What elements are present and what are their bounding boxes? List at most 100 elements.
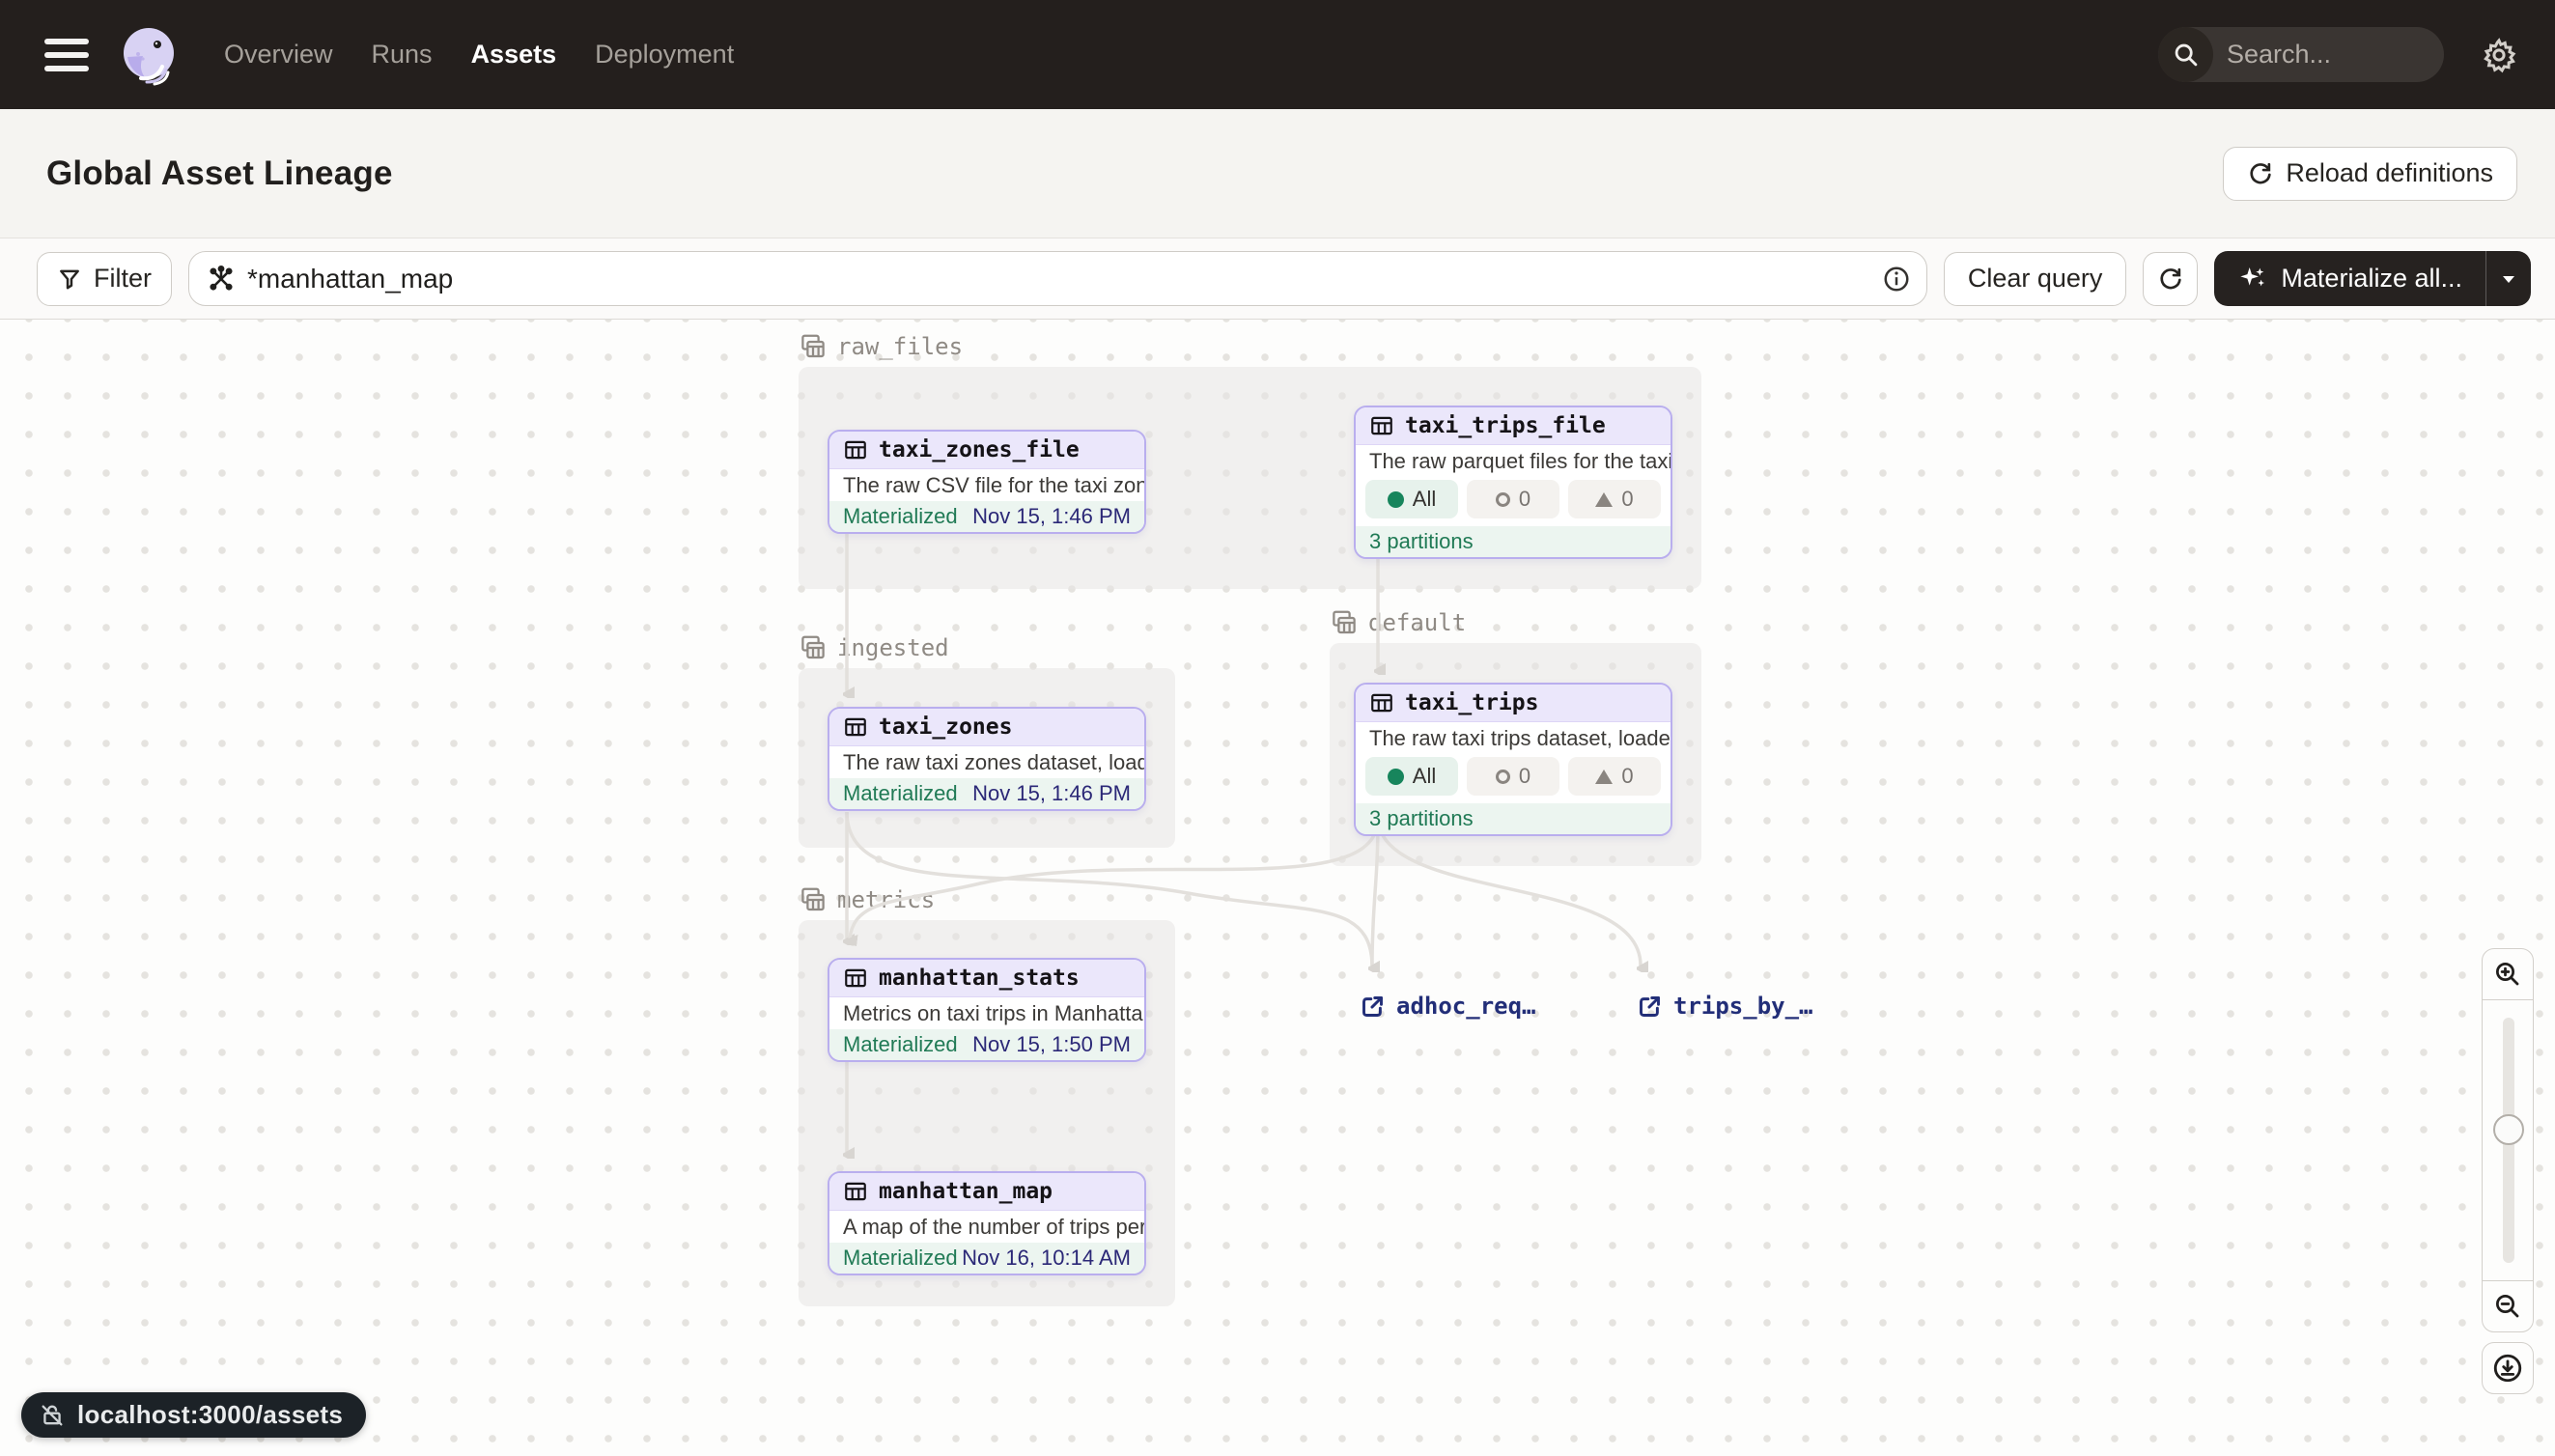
browser-status-pill: localhost:3000/assets [21,1392,366,1438]
page-header: Global Asset Lineage Reload definitions [0,109,2555,238]
materialized-status: Materialized [843,1246,958,1271]
materialized-timestamp: Nov 15, 1:46 PM [972,504,1131,529]
asset-node-manhattan-map[interactable]: manhattan_map A map of the number of tri… [828,1171,1146,1275]
zoom-widget [2482,948,2534,1394]
external-node-trips-by[interactable]: trips_by_… [1637,993,1813,1020]
zoom-slider-handle[interactable] [2493,1114,2524,1145]
ring-icon [1496,492,1510,507]
filter-button[interactable]: Filter [37,252,172,306]
asset-description: The raw CSV file for the taxi zones dat.… [829,469,1144,501]
lineage-toolbar: Filter Clear query [0,238,2555,320]
partitions-count: 3 partitions [1369,806,1474,831]
triangle-icon [1595,492,1613,507]
asset-description: The raw taxi zones dataset, loaded int..… [829,746,1144,778]
dagster-app: Overview Runs Assets Deployment / Global… [0,0,2555,1456]
asset-node-manhattan-stats[interactable]: manhattan_stats Metrics on taxi trips in… [828,958,1146,1062]
search-icon [2158,27,2213,82]
settings-gear-icon[interactable] [2481,37,2517,73]
partitions-failed-pill[interactable]: 0 [1568,480,1661,518]
nav-link-deployment[interactable]: Deployment [595,40,734,70]
asset-name: taxi_zones [879,714,1012,740]
table-icon [843,437,868,462]
materialized-status: Materialized [843,781,958,806]
nav-link-runs[interactable]: Runs [372,40,433,70]
table-icon [843,966,868,991]
insecure-lock-icon [39,1402,66,1429]
asset-name: manhattan_stats [879,966,1080,991]
group-label-ingested[interactable]: ingested [799,633,949,662]
search-input[interactable] [2213,40,2444,70]
asset-query-input[interactable] [247,264,1870,294]
partitions-missing-pill[interactable]: 0 [1467,480,1559,518]
partitions-all-pill[interactable]: All [1365,480,1458,518]
caret-down-icon [2499,269,2518,289]
materialized-timestamp: Nov 15, 1:46 PM [972,781,1131,806]
lineage-query-icon [207,265,236,294]
asset-group-icon [799,885,828,914]
zoom-in-button[interactable] [2482,948,2534,1000]
refresh-icon [2157,266,2184,293]
materialize-all-button[interactable]: Materialize all... [2214,251,2485,306]
green-dot-icon [1388,491,1404,508]
zoom-slider[interactable] [2482,1000,2534,1280]
asset-group-icon [799,633,828,662]
asset-node-taxi-trips-file[interactable]: taxi_trips_file The raw parquet files fo… [1354,406,1672,559]
triangle-icon [1595,770,1613,784]
group-label-default[interactable]: default [1330,608,1466,637]
external-node-adhoc-request[interactable]: adhoc_req… [1360,993,1536,1020]
group-label-raw-files[interactable]: raw_files [799,332,963,361]
nav-link-overview[interactable]: Overview [224,40,333,70]
materialized-timestamp: Nov 15, 1:50 PM [972,1032,1131,1057]
external-link-icon [1637,994,1663,1020]
group-label-metrics[interactable]: metrics [799,885,935,914]
green-dot-icon [1388,769,1404,785]
zoom-out-button[interactable] [2482,1280,2534,1332]
asset-description: A map of the number of trips per taxi z.… [829,1211,1144,1243]
page-title: Global Asset Lineage [46,154,393,193]
nav-links: Overview Runs Assets Deployment [224,40,734,70]
zoom-out-icon [2493,1292,2522,1321]
asset-query-box[interactable] [188,251,1927,306]
filter-funnel-icon [57,266,82,292]
materialized-status: Materialized [843,504,958,529]
refresh-graph-button[interactable] [2143,252,2198,306]
materialize-all-split-button: Materialize all... [2214,251,2531,306]
table-icon [843,1179,868,1204]
materialized-timestamp: Nov 16, 10:14 AM [962,1246,1131,1271]
asset-node-taxi-trips[interactable]: taxi_trips The raw taxi trips dataset, l… [1354,683,1672,836]
query-info-icon[interactable] [1882,265,1911,294]
dagster-logo[interactable] [118,24,180,86]
clear-query-button[interactable]: Clear query [1944,252,2127,306]
status-url: localhost:3000/assets [77,1400,343,1430]
download-image-button[interactable] [2482,1342,2534,1394]
external-link-icon [1360,994,1386,1020]
asset-group-icon [799,332,828,361]
table-icon [843,714,868,740]
asset-group-icon [1330,608,1359,637]
reload-definitions-button[interactable]: Reload definitions [2223,147,2517,201]
partitions-all-pill[interactable]: All [1365,757,1458,796]
materialize-dropdown-button[interactable] [2485,251,2531,306]
global-search[interactable]: / [2158,27,2444,82]
nav-link-assets[interactable]: Assets [471,40,557,70]
asset-node-taxi-zones-file[interactable]: taxi_zones_file The raw CSV file for the… [828,430,1146,534]
asset-description: The raw taxi trips dataset, loaded into … [1356,722,1671,754]
sparkle-icon [2237,264,2268,294]
reload-icon [2247,160,2274,187]
asset-name: taxi_trips_file [1405,413,1606,438]
partitions-count: 3 partitions [1369,529,1474,554]
table-icon [1369,690,1394,715]
ring-icon [1496,770,1510,784]
asset-description: Metrics on taxi trips in Manhattan [829,997,1144,1029]
download-icon [2491,1352,2524,1385]
asset-node-taxi-zones[interactable]: taxi_zones The raw taxi zones dataset, l… [828,707,1146,811]
partitions-failed-pill[interactable]: 0 [1568,757,1661,796]
asset-description: The raw parquet files for the taxi trips… [1356,445,1671,477]
top-navbar: Overview Runs Assets Deployment / [0,0,2555,109]
hamburger-menu-icon[interactable] [44,39,89,71]
asset-name: taxi_trips [1405,690,1538,715]
asset-name: manhattan_map [879,1179,1053,1204]
partitions-missing-pill[interactable]: 0 [1467,757,1559,796]
materialized-status: Materialized [843,1032,958,1057]
zoom-in-icon [2493,960,2522,989]
